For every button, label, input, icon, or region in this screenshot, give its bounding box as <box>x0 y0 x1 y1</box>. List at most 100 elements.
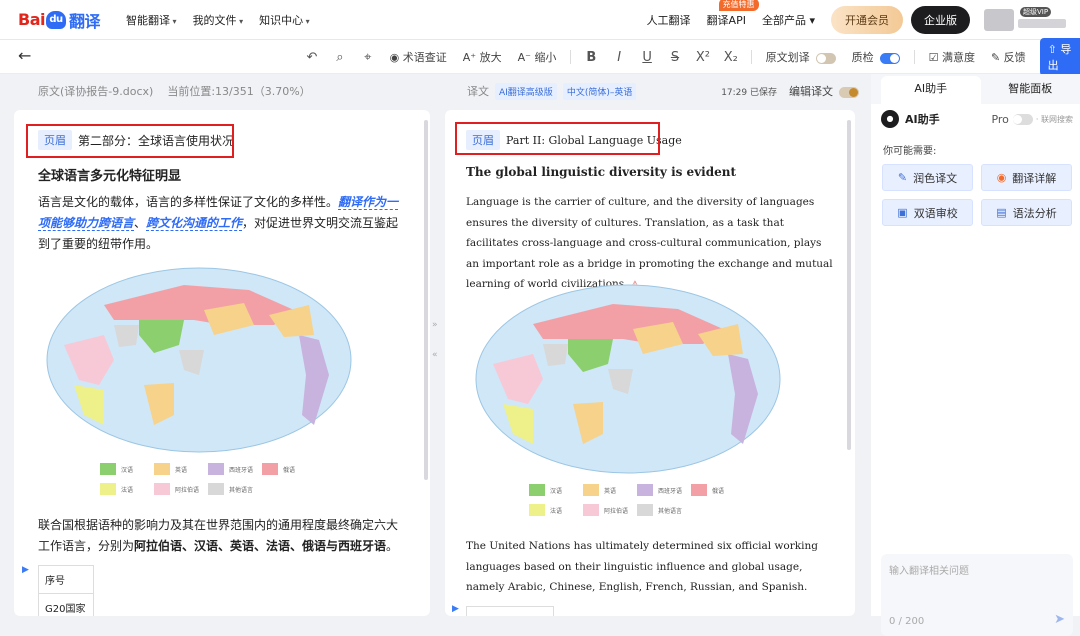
locate-icon[interactable]: ⌖ <box>354 50 382 65</box>
undo-icon[interactable]: ↶ <box>298 50 326 65</box>
target-paragraph-1[interactable]: Language is the carrier of culture, and … <box>466 192 836 296</box>
search-icon[interactable]: ⌕ <box>326 50 354 65</box>
legend-item: 俄语 <box>262 463 316 475</box>
source-paragraph-2: 联合国根据语种的影响力及其在世界范围内的通用程度最终确定六大工作语言，分别为阿拉… <box>38 515 400 557</box>
char-count: 0 / 200 <box>889 616 924 627</box>
engine-tag[interactable]: AI翻译高级版 <box>495 83 557 100</box>
map-legend: 汉语 英语 西班牙语 俄语 法语 阿拉伯语 其他语言 <box>529 484 745 516</box>
target-scrollbar[interactable] <box>847 120 851 450</box>
italic-button[interactable]: I <box>605 50 633 65</box>
target-info: 译文 AI翻译高级版 中文(简体)–英语 17:29 已保存 编辑译文 <box>467 74 859 108</box>
source-paragraph-1: 语言是文化的载体，语言的多样性保证了文化的多样性。翻译作为一项能够助力跨语言、跨… <box>38 192 400 255</box>
feedback-button[interactable]: ✎ 反馈 <box>991 49 1026 65</box>
web-search-toggle[interactable] <box>1013 114 1033 125</box>
row-marker-icon[interactable]: ▶ <box>22 565 29 575</box>
all-products-menu[interactable]: 全部产品 ▾ <box>762 12 815 28</box>
send-icon[interactable]: ➤ <box>1054 612 1065 627</box>
collapse-left-icon[interactable]: « <box>432 350 438 360</box>
toggle-switch[interactable] <box>880 53 900 64</box>
world-language-map <box>44 265 354 455</box>
promo-badge: 充值特惠 <box>719 0 759 11</box>
source-scrollbar[interactable] <box>424 120 428 480</box>
source-filename: 原文(译协报告-9.docx) <box>38 83 153 99</box>
legend-item: 法语 <box>529 504 583 516</box>
zoom-in-button[interactable]: A⁺ 放大 <box>463 49 502 65</box>
source-table: 序号 G20国家 <box>38 565 94 616</box>
strikethrough-button[interactable]: S <box>661 50 689 65</box>
ai-robot-icon: ● <box>881 110 899 128</box>
map-legend: 汉语 英语 西班牙语 俄语 法语 阿拉伯语 其他语言 <box>100 463 316 495</box>
web-search-label: · 联网搜索 <box>1036 114 1073 125</box>
term-check-button[interactable]: ◉ 术语查证 <box>390 49 447 65</box>
api-link[interactable]: 翻译API <box>707 14 746 27</box>
tab-ai-assistant[interactable]: AI助手 <box>881 76 981 104</box>
highlight-box <box>26 124 234 158</box>
bold-button[interactable]: B <box>577 50 605 65</box>
user-name[interactable]: 超级VIP <box>1018 10 1068 30</box>
row-marker-icon[interactable]: ▶ <box>452 604 459 614</box>
table-cell: 序号 <box>39 566 93 594</box>
source-select-toggle[interactable]: 原文划译 <box>766 49 836 65</box>
edit-translation-toggle[interactable]: 编辑译文 <box>789 83 859 99</box>
target-paragraph-2[interactable]: The United Nations has ultimately determ… <box>466 536 836 598</box>
nav-smart-translate[interactable]: 智能翻译 <box>126 12 177 28</box>
pro-label: Pro <box>991 113 1008 126</box>
legend-item: 其他语言 <box>637 504 691 516</box>
underline-button[interactable]: U <box>633 50 661 65</box>
table-cell: G20国家 <box>39 594 93 616</box>
avatar[interactable] <box>984 9 1014 31</box>
review-icon: ▣ <box>897 206 907 219</box>
ask-placeholder: 输入翻译相关问题 <box>889 562 969 577</box>
highlight-box <box>455 122 660 155</box>
top-bar: Baidu翻译 智能翻译 我的文件 知识中心 人工翻译 充值特惠翻译API 全部… <box>0 0 1080 40</box>
nav-my-files[interactable]: 我的文件 <box>193 12 244 28</box>
polish-translation-button[interactable]: ✎润色译文 <box>882 164 973 191</box>
legend-item: 汉语 <box>100 463 154 475</box>
top-nav: 智能翻译 我的文件 知识中心 <box>126 12 310 28</box>
toggle-switch[interactable] <box>816 53 836 64</box>
collapse-right-icon[interactable]: » <box>432 320 438 330</box>
legend-item: 阿拉伯语 <box>154 483 208 495</box>
editor-toolbar: ← ↶ ⌕ ⌖ ◉ 术语查证 A⁺ 放大 A⁻ 缩小 B I U S X² X₂… <box>0 40 1080 74</box>
ask-input[interactable]: 输入翻译相关问题 0 / 200 ➤ <box>881 554 1073 636</box>
export-button[interactable]: ⇧ 导出 <box>1040 38 1080 76</box>
ai-title: AI助手 <box>905 111 940 127</box>
back-arrow-icon[interactable]: ← <box>18 46 31 65</box>
source-section-title: 全球语言多元化特征明显 <box>38 165 181 184</box>
open-vip-button[interactable]: 开通会员 <box>831 6 903 34</box>
translation-explain-button[interactable]: ◉翻译详解 <box>981 164 1072 191</box>
quality-check-toggle[interactable]: 质检 <box>852 49 900 65</box>
legend-item: 英语 <box>583 484 637 496</box>
legend-item: 英语 <box>154 463 208 475</box>
nav-knowledge[interactable]: 知识中心 <box>259 12 310 28</box>
target-table <box>466 606 554 616</box>
toggle-switch[interactable] <box>839 87 859 98</box>
grammar-analysis-button[interactable]: ▤语法分析 <box>981 199 1072 226</box>
paw-icon: du <box>46 11 66 29</box>
subscript-button[interactable]: X₂ <box>717 50 745 65</box>
source-position: 当前位置:13/351（3.70%） <box>167 83 310 99</box>
legend-item: 俄语 <box>691 484 745 496</box>
ai-header: ● AI助手 Pro · 联网搜索 <box>881 110 1073 128</box>
saved-status: 17:29 已保存 <box>721 85 777 98</box>
ai-assistant-sidebar: AI助手 智能面板 ● AI助手 Pro · 联网搜索 你可能需要: ✎润色译文… <box>871 74 1080 616</box>
target-section-title: The global linguistic diversity is evide… <box>466 165 736 179</box>
legend-item: 汉语 <box>529 484 583 496</box>
world-language-map <box>473 282 783 477</box>
legend-item: 西班牙语 <box>208 463 262 475</box>
satisfaction-button[interactable]: ☑ 满意度 <box>929 49 975 65</box>
bilingual-review-button[interactable]: ▣双语审校 <box>882 199 973 226</box>
suggestion-heading: 你可能需要: <box>883 142 936 157</box>
grammar-icon: ▤ <box>996 206 1006 219</box>
legend-item: 其他语言 <box>208 483 262 495</box>
source-document-panel: 页眉 第二部分：全球语言使用状况 全球语言多元化特征明显 语言是文化的载体，语言… <box>14 110 430 616</box>
wand-icon: ✎ <box>898 171 907 184</box>
human-translate-link[interactable]: 人工翻译 <box>647 12 691 28</box>
zoom-out-button[interactable]: A⁻ 缩小 <box>518 49 557 65</box>
superscript-button[interactable]: X² <box>689 50 717 65</box>
tab-smart-panel[interactable]: 智能面板 <box>981 76 1080 104</box>
enterprise-button[interactable]: 企业版 <box>911 6 970 34</box>
language-tag[interactable]: 中文(简体)–英语 <box>563 83 637 100</box>
baidu-translate-logo[interactable]: Baidu翻译 <box>18 8 100 32</box>
target-label: 译文 <box>467 83 489 99</box>
